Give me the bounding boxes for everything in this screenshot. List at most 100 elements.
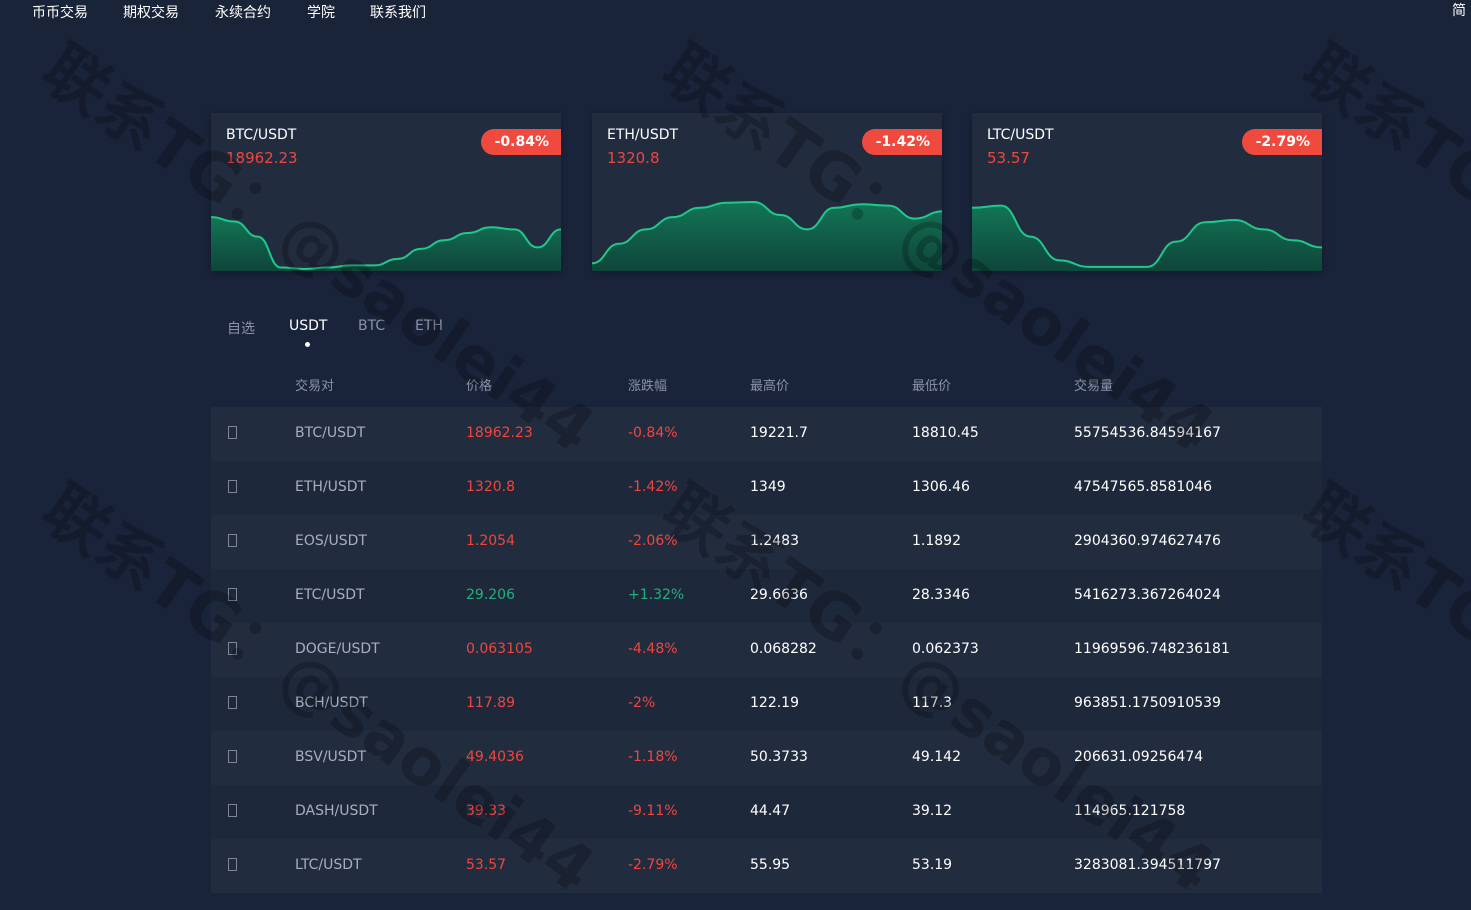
card-pair: LTC/USDT xyxy=(987,127,1054,143)
favorite-toggle-icon[interactable] xyxy=(228,804,237,817)
card-change-badge: -2.79% xyxy=(1241,129,1322,155)
cell-high: 55.95 xyxy=(750,857,791,873)
cell-volume: 3283081.394511797 xyxy=(1074,857,1221,873)
table-row[interactable]: BTC/USDT 18962.23 -0.84% 19221.7 18810.45 557… xyxy=(211,407,1322,461)
cell-low: 1.1892 xyxy=(912,533,961,549)
table-row[interactable]: ETH/USDT 1320.8 -1.42% 1349 1306.46 47547565.… xyxy=(211,461,1322,515)
cell-high: 0.068282 xyxy=(750,641,817,657)
cell-price: 29.206 xyxy=(466,587,515,603)
favorite-toggle-icon[interactable] xyxy=(228,696,237,709)
cell-change: -0.84% xyxy=(628,425,678,441)
cell-price: 49.4036 xyxy=(466,749,524,765)
cell-price: 18962.23 xyxy=(466,425,533,441)
cell-high: 122.19 xyxy=(750,695,799,711)
card-price: 18962.23 xyxy=(226,149,298,167)
column-low: 最低价 xyxy=(912,379,952,394)
cell-price: 0.063105 xyxy=(466,641,533,657)
cell-volume: 55754536.84594167 xyxy=(1074,425,1221,441)
tab-btc[interactable]: BTC xyxy=(358,318,385,334)
market-card-ltc[interactable]: LTC/USDT 53.57 -2.79% xyxy=(972,113,1322,271)
cell-change: -1.42% xyxy=(628,479,678,495)
sparkline-area xyxy=(972,205,1322,271)
market-card-btc[interactable]: BTC/USDT 18962.23 -0.84% xyxy=(211,113,561,271)
cell-change: -4.48% xyxy=(628,641,678,657)
cell-volume: 2904360.974627476 xyxy=(1074,533,1221,549)
cell-pair: DASH/USDT xyxy=(295,803,378,819)
favorite-toggle-icon[interactable] xyxy=(228,534,237,547)
cell-pair: BTC/USDT xyxy=(295,425,366,441)
cell-low: 18810.45 xyxy=(912,425,979,441)
cell-change: -2.06% xyxy=(628,533,678,549)
cell-price: 1320.8 xyxy=(466,479,515,495)
nav-spot-trading[interactable]: 币币交易 xyxy=(32,2,88,22)
cell-price: 1.2054 xyxy=(466,533,515,549)
column-high: 最高价 xyxy=(750,379,790,394)
nav-academy[interactable]: 学院 xyxy=(307,2,335,22)
cell-volume: 963851.1750910539 xyxy=(1074,695,1221,711)
language-switch[interactable]: 简 xyxy=(1452,0,1471,20)
cell-high: 1.2483 xyxy=(750,533,799,549)
card-sparkline xyxy=(211,216,561,271)
tab-eth[interactable]: ETH xyxy=(415,318,443,334)
card-pair: ETH/USDT xyxy=(607,127,679,143)
market-card-eth[interactable]: ETH/USDT 1320.8 -1.42% xyxy=(592,113,942,271)
favorite-toggle-icon[interactable] xyxy=(228,858,237,871)
cell-price: 39.33 xyxy=(466,803,507,819)
column-volume: 交易量 xyxy=(1074,379,1114,394)
cell-change: -9.11% xyxy=(628,803,678,819)
table-row[interactable]: LTC/USDT 53.57 -2.79% 55.95 53.19 3283081.394… xyxy=(211,839,1322,893)
card-change-badge: -1.42% xyxy=(861,129,942,155)
column-price: 价格 xyxy=(466,379,493,394)
cell-pair: DOGE/USDT xyxy=(295,641,380,657)
cell-high: 50.3733 xyxy=(750,749,808,765)
card-change-badge: -0.84% xyxy=(480,129,561,155)
nav-perpetual-contracts[interactable]: 永续合约 xyxy=(215,2,271,22)
card-pair: BTC/USDT xyxy=(226,127,297,143)
table-row[interactable]: DOGE/USDT 0.063105 -4.48% 0.068282 0.062373 1… xyxy=(211,623,1322,677)
card-price: 53.57 xyxy=(987,149,1030,167)
nav-options-trading[interactable]: 期权交易 xyxy=(123,2,179,22)
cell-high: 29.6636 xyxy=(750,587,808,603)
cell-pair: LTC/USDT xyxy=(295,857,362,873)
cell-volume: 47547565.8581046 xyxy=(1074,479,1213,495)
column-pair: 交易对 xyxy=(295,379,335,394)
table-row[interactable]: BCH/USDT 117.89 -2% 122.19 117.3 963851.17509… xyxy=(211,677,1322,731)
cell-low: 0.062373 xyxy=(912,641,979,657)
cell-low: 39.12 xyxy=(912,803,953,819)
cell-low: 53.19 xyxy=(912,857,953,873)
table-row[interactable]: DASH/USDT 39.33 -9.11% 44.47 39.12 114965.121… xyxy=(211,785,1322,839)
active-tab-indicator xyxy=(305,342,310,347)
table-row[interactable]: BSV/USDT 49.4036 -1.18% 50.3733 49.142 206631… xyxy=(211,731,1322,785)
favorite-toggle-icon[interactable] xyxy=(228,750,237,763)
top-navbar: 币币交易 期权交易 永续合约 学院 联系我们 简 xyxy=(0,0,1471,42)
favorite-toggle-icon[interactable] xyxy=(228,426,237,439)
cell-pair: EOS/USDT xyxy=(295,533,367,549)
cell-low: 49.142 xyxy=(912,749,961,765)
cell-change: -2% xyxy=(628,695,656,711)
card-sparkline xyxy=(972,204,1322,271)
cell-price: 53.57 xyxy=(466,857,507,873)
table-row[interactable]: ETC/USDT 29.206 +1.32% 29.6636 28.3346 541627… xyxy=(211,569,1322,623)
cell-low: 1306.46 xyxy=(912,479,970,495)
tab-favorites[interactable]: 自选 xyxy=(227,318,255,338)
nav-contact-us[interactable]: 联系我们 xyxy=(370,2,426,22)
cell-low: 117.3 xyxy=(912,695,953,711)
cell-price: 117.89 xyxy=(466,695,515,711)
cell-high: 1349 xyxy=(750,479,786,495)
column-change: 涨跌幅 xyxy=(628,379,668,394)
sparkline-area xyxy=(592,202,942,271)
cell-volume: 206631.09256474 xyxy=(1074,749,1204,765)
table-row[interactable]: EOS/USDT 1.2054 -2.06% 1.2483 1.1892 2904360.… xyxy=(211,515,1322,569)
favorite-toggle-icon[interactable] xyxy=(228,588,237,601)
cell-pair: ETC/USDT xyxy=(295,587,365,603)
cell-change: -2.79% xyxy=(628,857,678,873)
cell-pair: ETH/USDT xyxy=(295,479,367,495)
favorite-toggle-icon[interactable] xyxy=(228,642,237,655)
table-header: 交易对 价格 涨跌幅 最高价 最低价 交易量 xyxy=(211,375,1322,395)
card-sparkline xyxy=(592,201,942,271)
cell-volume: 114965.121758 xyxy=(1074,803,1186,819)
favorite-toggle-icon[interactable] xyxy=(228,480,237,493)
cell-high: 44.47 xyxy=(750,803,791,819)
card-price: 1320.8 xyxy=(607,149,660,167)
tab-usdt[interactable]: USDT xyxy=(289,318,327,334)
